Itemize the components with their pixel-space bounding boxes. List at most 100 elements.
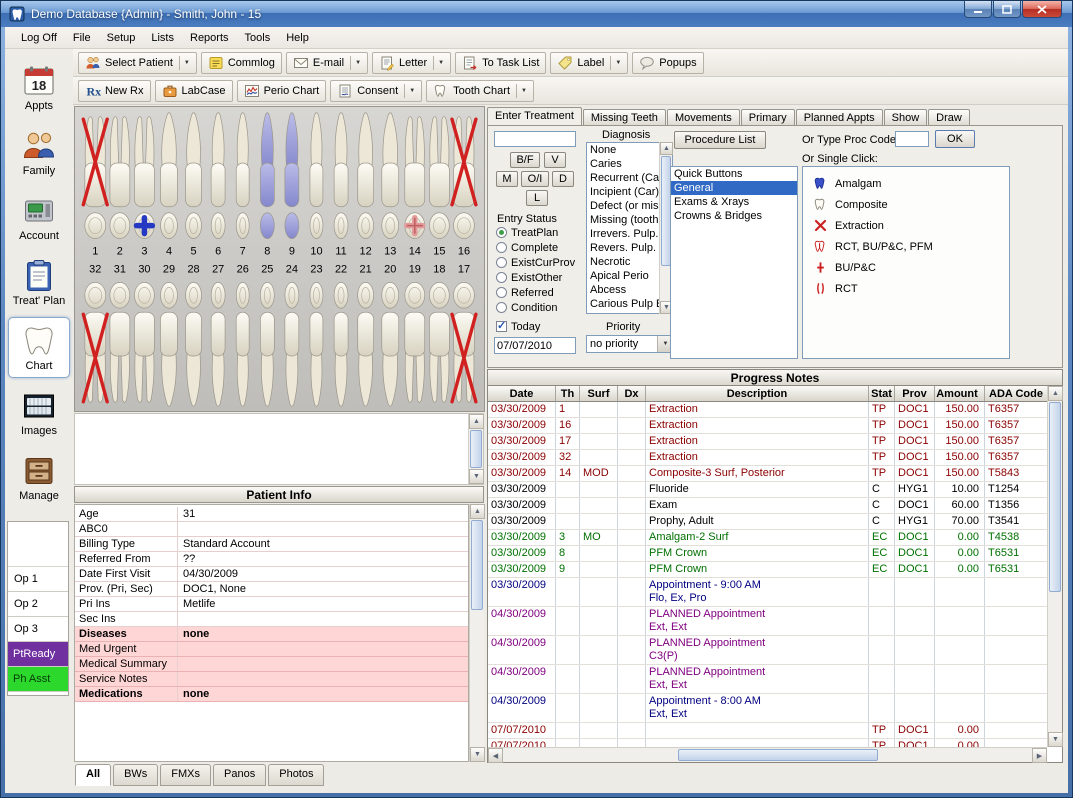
progress-note-row[interactable]: 04/30/2009 PLANNED Appointment C3(P) — [488, 636, 1047, 665]
scroll-down-icon[interactable]: ▼ — [470, 747, 485, 762]
ok-button[interactable]: OK — [935, 130, 975, 148]
patient-info-scrollbar[interactable]: ▲ ▼ — [469, 504, 484, 762]
treatment-tab[interactable]: Enter Treatment — [487, 107, 582, 126]
maximize-button[interactable] — [993, 1, 1021, 18]
treatment-tab[interactable]: Show — [884, 109, 928, 126]
column-header-surf[interactable]: Surf — [580, 386, 618, 401]
image-tab[interactable]: FMXs — [160, 764, 211, 786]
chevron-down-icon[interactable]: ▼ — [433, 56, 444, 70]
quick-procedure-button[interactable]: Extraction — [803, 215, 1009, 236]
progress-note-row[interactable]: 03/30/2009 Exam C DOC1 60.00 T1356 — [488, 498, 1047, 514]
quick-button-category[interactable]: Quick Buttons — [671, 167, 797, 181]
scroll-thumb[interactable] — [678, 749, 878, 761]
progress-note-row[interactable]: 03/30/2009 Prophy, Adult C HYG1 70.00 T3… — [488, 514, 1047, 530]
quick-procedure-button[interactable]: RCT — [803, 278, 1009, 299]
surface-button-m[interactable]: M — [496, 171, 518, 187]
chevron-down-icon[interactable]: ▼ — [179, 56, 190, 70]
progress-note-row[interactable]: 03/30/2009 14 MOD Composite-3 Surf, Post… — [488, 466, 1047, 482]
progress-note-row[interactable]: 04/30/2009 Appointment - 8:00 AM Ext, Ex… — [488, 694, 1047, 723]
toolbar-button[interactable]: Select Patient ▼ — [78, 52, 197, 74]
column-header-amount[interactable]: Amount — [935, 386, 985, 401]
quick-button-category[interactable]: General — [671, 181, 797, 195]
procedure-date-input[interactable] — [494, 337, 576, 354]
module-button[interactable]: Account — [8, 187, 70, 248]
progress-note-row[interactable]: 03/30/2009 9 PFM Crown EC DOC1 0.00 T653… — [488, 562, 1047, 578]
menu-item[interactable]: Tools — [237, 29, 279, 47]
treatment-tab[interactable]: Draw — [928, 109, 970, 126]
toolbar-button[interactable]: Rx New Rx ▼ — [78, 80, 151, 102]
quick-button-category[interactable]: Crowns & Bridges — [671, 209, 797, 223]
treatment-tab[interactable]: Primary — [741, 109, 795, 126]
menu-item[interactable]: File — [65, 29, 99, 47]
operatory-item[interactable]: Op 2 — [8, 592, 68, 617]
status-item[interactable]: PtReady — [8, 642, 68, 667]
tooth-chart-graphic[interactable]: 1322313304295286277268259241023112212211… — [74, 106, 485, 412]
priority-dropdown[interactable]: no priority ▼ — [586, 335, 674, 353]
toolbar-button[interactable]: Label ▼ — [550, 52, 628, 74]
column-header-dx[interactable]: Dx — [618, 386, 646, 401]
operatory-item[interactable]: Op 3 — [8, 617, 68, 642]
close-button[interactable] — [1022, 1, 1062, 18]
toolbar-button[interactable]: Consent ▼ — [330, 80, 422, 102]
image-tab[interactable]: All — [75, 764, 111, 786]
progress-note-row[interactable]: 03/30/2009 Appointment - 9:00 AM Flo, Ex… — [488, 578, 1047, 607]
chevron-down-icon[interactable]: ▼ — [610, 56, 621, 70]
column-header-description[interactable]: Description — [646, 386, 869, 401]
image-tab[interactable]: Panos — [213, 764, 266, 786]
image-tab[interactable]: BWs — [113, 764, 158, 786]
treatment-tab[interactable]: Missing Teeth — [583, 109, 666, 126]
menu-item[interactable]: Setup — [99, 29, 144, 47]
scroll-up-icon[interactable]: ▲ — [660, 142, 673, 155]
module-button[interactable]: Manage — [8, 447, 70, 508]
quick-button-category[interactable]: Exams & Xrays — [671, 195, 797, 209]
scroll-up-icon[interactable]: ▲ — [470, 504, 485, 519]
treatment-tab[interactable]: Planned Appts — [796, 109, 883, 126]
toolbar-button[interactable]: Letter ▼ — [372, 52, 451, 74]
proc-code-input[interactable] — [895, 131, 929, 147]
quick-procedure-button[interactable]: Amalgam — [803, 173, 1009, 194]
tooth-number-input[interactable] — [494, 131, 576, 147]
progress-note-row[interactable]: 03/30/2009 3 MO Amalgam-2 Surf EC DOC1 0… — [488, 530, 1047, 546]
entry-status-option[interactable]: Complete — [496, 240, 575, 255]
surface-button-d[interactable]: D — [552, 171, 574, 187]
progress-notes-hscrollbar[interactable]: ◀ ▶ — [488, 747, 1047, 762]
menu-item[interactable]: Reports — [182, 29, 237, 47]
surface-button-l[interactable]: L — [526, 190, 548, 206]
quick-procedure-button[interactable]: RCT, BU/P&C, PFM — [803, 236, 1009, 257]
progress-note-row[interactable]: 03/30/2009 1 Extraction TP DOC1 150.00 T… — [488, 402, 1047, 418]
column-header-date[interactable]: Date — [488, 386, 556, 401]
status-item[interactable]: Ph Asst — [8, 667, 68, 692]
module-button[interactable]: Treat' Plan — [8, 252, 70, 313]
entry-status-option[interactable]: Condition — [496, 300, 575, 315]
toolbar-button[interactable]: Commlog ▼ — [201, 52, 282, 74]
scroll-down-icon[interactable]: ▼ — [1048, 732, 1063, 747]
progress-note-row[interactable]: 03/30/2009 17 Extraction TP DOC1 150.00 … — [488, 434, 1047, 450]
progress-note-row[interactable]: 03/30/2009 Fluoride C HYG1 10.00 T1254 — [488, 482, 1047, 498]
scroll-up-icon[interactable]: ▲ — [1048, 386, 1063, 401]
module-button[interactable]: Chart — [8, 317, 70, 378]
scroll-down-icon[interactable]: ▼ — [469, 469, 484, 484]
progress-note-row[interactable]: 04/30/2009 PLANNED Appointment Ext, Ext — [488, 607, 1047, 636]
module-button[interactable]: Images — [8, 382, 70, 443]
chevron-down-icon[interactable]: ▼ — [350, 56, 361, 70]
operatory-item[interactable]: Op 1 — [8, 567, 68, 592]
progress-note-row[interactable]: 07/07/2010 TP DOC1 0.00 — [488, 739, 1047, 747]
quick-procedure-button[interactable]: Composite — [803, 194, 1009, 215]
module-button[interactable]: 18 Appts — [8, 57, 70, 118]
progress-note-row[interactable]: 03/30/2009 32 Extraction TP DOC1 150.00 … — [488, 450, 1047, 466]
progress-note-row[interactable]: 04/30/2009 PLANNED Appointment Ext, Ext — [488, 665, 1047, 694]
quick-procedure-button[interactable]: BU/P&C — [803, 257, 1009, 278]
chevron-down-icon[interactable]: ▼ — [516, 84, 527, 98]
image-tab[interactable]: Photos — [268, 764, 324, 786]
scroll-thumb[interactable] — [1049, 402, 1061, 592]
progress-note-row[interactable]: 03/30/2009 16 Extraction TP DOC1 150.00 … — [488, 418, 1047, 434]
entry-status-option[interactable]: Referred — [496, 285, 575, 300]
scroll-thumb[interactable] — [470, 430, 482, 468]
chevron-down-icon[interactable]: ▼ — [404, 84, 415, 98]
minimize-button[interactable] — [964, 1, 992, 18]
quick-buttons-listbox[interactable]: Quick ButtonsGeneralExams & XraysCrowns … — [670, 166, 798, 359]
column-header-th[interactable]: Th — [556, 386, 580, 401]
surface-button-v[interactable]: V — [544, 152, 566, 168]
procedure-list-button[interactable]: Procedure List — [674, 131, 766, 149]
progress-note-row[interactable]: 03/30/2009 8 PFM Crown EC DOC1 0.00 T653… — [488, 546, 1047, 562]
